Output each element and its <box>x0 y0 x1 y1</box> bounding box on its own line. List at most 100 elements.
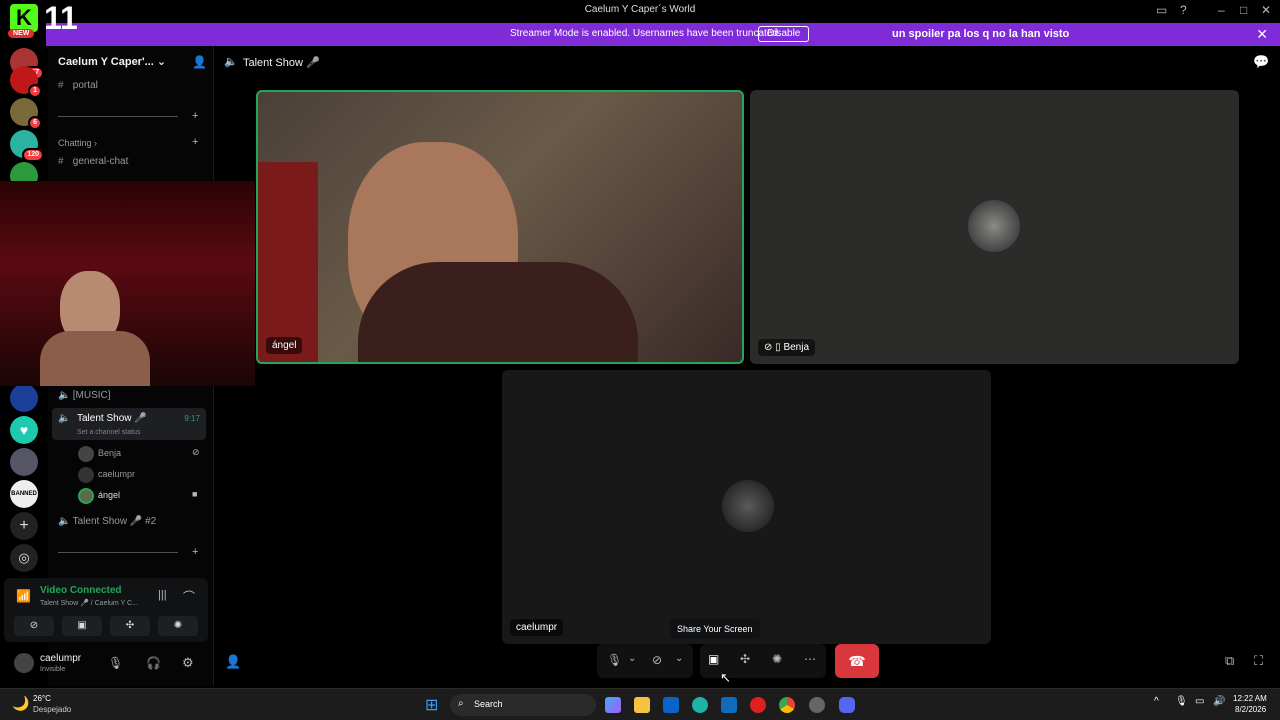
server-icon[interactable]: 120 <box>10 130 44 162</box>
speaker-icon: 🔈 <box>224 56 238 68</box>
microphone-icon[interactable]: 🎙 <box>108 656 123 670</box>
more-options-icon[interactable]: ⋯ <box>804 652 816 666</box>
server-name: Caelum Y Caper'... <box>58 56 154 68</box>
audio-video-controls: 🎙 ⌄ ⊘ ⌄ <box>597 644 693 678</box>
disable-streamer-mode-button[interactable]: Disable <box>758 26 810 42</box>
channel-talent-show-2[interactable]: 🔈 Talent Show 🎤 #2 <box>58 516 156 527</box>
discord-icon[interactable] <box>839 697 855 713</box>
banner-close-icon[interactable]: ✕ <box>1256 26 1268 43</box>
category-label: Chatting <box>58 138 92 148</box>
camera-toggle-button[interactable]: ⊘ <box>14 616 54 636</box>
add-channel-icon[interactable]: + <box>192 546 198 558</box>
signal-icon: 📶 <box>16 589 31 603</box>
activities-button[interactable]: ✣ <box>110 616 150 636</box>
channel-status-input[interactable]: Set a channel status <box>77 429 140 436</box>
activities-icon[interactable]: ✣ <box>740 652 750 666</box>
overlay-counter: 11 <box>44 0 78 36</box>
video-tile-angel[interactable]: ángel <box>256 90 744 364</box>
server-badge: 1 <box>28 84 42 98</box>
channel-portal[interactable]: # portal <box>58 80 98 91</box>
maximize-icon[interactable]: □ <box>1240 3 1247 17</box>
channel-label: portal <box>72 80 98 91</box>
header-channel-name: Talent Show 🎤 <box>243 57 320 69</box>
username[interactable]: caelumpr <box>40 653 81 664</box>
windows-start-icon[interactable]: ⊞ <box>425 695 438 715</box>
muted-icon: ⊘ ▯ <box>764 342 784 353</box>
avatar <box>968 200 1020 252</box>
avatar <box>722 480 774 532</box>
camera-off-icon[interactable]: ⊘ <box>652 653 662 667</box>
banned-server-icon[interactable]: BANNED <box>10 480 38 508</box>
chevron-down-icon[interactable]: ⌄ <box>628 653 636 664</box>
edge-icon[interactable] <box>692 697 708 713</box>
file-explorer-icon[interactable] <box>634 697 650 713</box>
taskbar-search[interactable]: ⌕ Search <box>450 694 596 716</box>
user-status: Invisible <box>40 666 66 673</box>
add-person-icon[interactable]: 👤 <box>225 654 241 670</box>
invite-icon[interactable]: 👤 <box>192 55 207 69</box>
video-icon: ■ <box>192 489 198 499</box>
voice-connection-panel: 📶 Video Connected Talent Show 🎤 / Caelum… <box>4 578 208 642</box>
tray-volume-icon[interactable]: 🔊 <box>1213 696 1225 707</box>
weather-temp: 26°C <box>33 694 51 703</box>
taskbar: 🌙 26°C Despejado ⊞ ⌕ Search ^ 🎙 ▭ 🔊 12:2… <box>0 688 1280 720</box>
channel-music[interactable]: 🔈 [MUSIC] <box>58 390 111 401</box>
server-icon[interactable] <box>10 448 38 476</box>
headphones-icon[interactable]: 🎧 <box>146 656 161 670</box>
server-icon[interactable]: 1 <box>10 66 42 98</box>
minimize-icon[interactable]: – <box>1218 3 1225 17</box>
chrome-icon[interactable] <box>779 697 795 713</box>
tray-network-icon[interactable]: ▭ <box>1195 696 1204 707</box>
tray-chevron-icon[interactable]: ^ <box>1154 696 1159 707</box>
noise-suppression-icon[interactable]: ||| <box>158 589 167 601</box>
channel-label: [MUSIC] <box>72 390 111 401</box>
user-panel: caelumpr Invisible 🎙 🎧 ⚙ <box>4 646 208 682</box>
voice-channel-path[interactable]: Talent Show 🎤 / Caelum Y C... <box>40 599 138 607</box>
voice-member[interactable]: Benja <box>98 448 121 458</box>
popout-icon[interactable]: ⧉ <box>1225 653 1234 669</box>
soundboard-icon[interactable]: ✺ <box>772 652 782 666</box>
disconnect-call-button[interactable]: ☎ <box>835 644 879 678</box>
clock-date[interactable]: 8/2/2026 <box>1235 705 1266 714</box>
close-window-icon[interactable]: ✕ <box>1261 3 1271 17</box>
video-tile-benja[interactable]: ⊘ ▯ Benja <box>750 90 1239 364</box>
add-channel-icon[interactable]: + <box>192 136 198 148</box>
tray-mic-icon[interactable]: 🎙 <box>1175 696 1188 707</box>
disconnect-icon[interactable]: ⌒ <box>183 588 195 605</box>
chevron-down-icon[interactable]: ⌄ <box>675 653 683 664</box>
clock-time[interactable]: 12:22 AM <box>1233 694 1267 703</box>
server-name-dropdown[interactable]: Caelum Y Caper'... ⌄ <box>58 55 166 68</box>
app-icon[interactable] <box>809 697 825 713</box>
speaker-icon: 🔈 <box>58 390 71 401</box>
user-avatar[interactable] <box>14 653 34 673</box>
help-icon[interactable]: ? <box>1180 3 1187 17</box>
channel-general-chat[interactable]: # general-chat <box>58 156 128 167</box>
server-icon[interactable] <box>10 384 38 412</box>
discover-icon[interactable]: ◎ <box>10 544 38 572</box>
voice-member[interactable]: caelumpr <box>98 469 135 479</box>
soundboard-button[interactable]: ✺ <box>158 616 198 636</box>
streamer-mode-banner: Streamer Mode is enabled. Usernames have… <box>46 23 1280 46</box>
server-icon[interactable]: 6 <box>10 98 42 130</box>
add-server-icon[interactable]: + <box>10 512 38 540</box>
store-icon[interactable] <box>663 697 679 713</box>
search-icon: ⌕ <box>458 698 464 709</box>
copilot-icon[interactable] <box>605 697 621 713</box>
video-tile-caelumpr[interactable]: caelumpr <box>502 370 991 644</box>
add-channel-icon[interactable]: + <box>192 110 198 122</box>
divider <box>58 116 178 117</box>
opera-icon[interactable] <box>750 697 766 713</box>
settings-gear-icon[interactable]: ⚙ <box>182 655 194 671</box>
chat-bubble-icon[interactable]: 💬 <box>1253 54 1269 70</box>
category-chatting[interactable]: Chatting › <box>58 138 97 148</box>
inbox-icon[interactable]: ▭ <box>1156 3 1167 17</box>
screen-share-icon[interactable]: ▣ <box>708 652 719 666</box>
heart-server-icon[interactable]: ♥ <box>10 416 38 444</box>
mail-icon[interactable] <box>721 697 737 713</box>
fullscreen-icon[interactable]: ⛶ <box>1254 653 1263 669</box>
microphone-icon[interactable]: 🎙 <box>607 653 622 667</box>
voice-member[interactable]: ángel <box>98 490 120 500</box>
tile-name: caelumpr <box>510 619 564 636</box>
channel-talent-show-active[interactable]: 🔈 Talent Show 🎤 9:17 Set a channel statu… <box>52 408 206 440</box>
screen-share-button[interactable]: ▣ <box>62 616 102 636</box>
